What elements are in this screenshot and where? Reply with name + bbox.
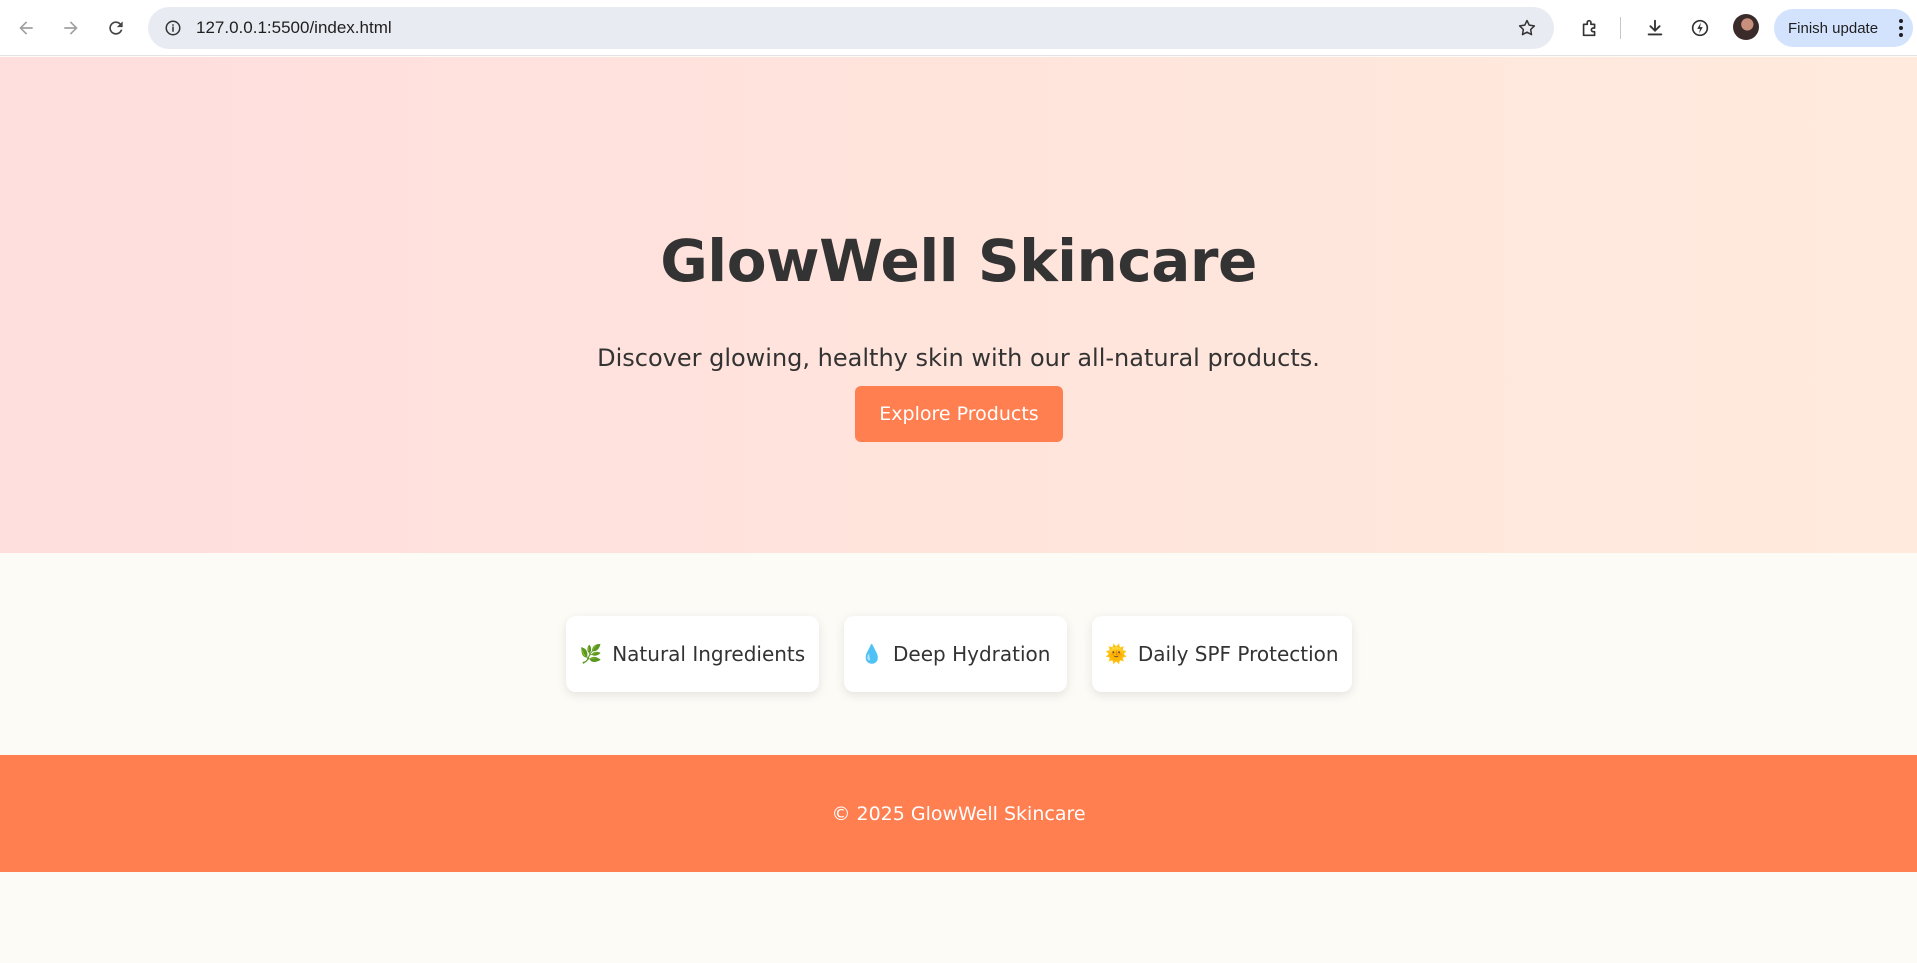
- reload-icon: [109, 21, 123, 35]
- feature-label: Daily SPF Protection: [1137, 642, 1339, 666]
- reload-button[interactable]: [100, 12, 132, 44]
- hero-section: GlowWell Skincare Discover glowing, heal…: [0, 57, 1917, 553]
- download-icon[interactable]: [1640, 13, 1670, 43]
- extensions-icon[interactable]: [1575, 13, 1605, 43]
- finish-update-label: Finish update: [1788, 19, 1879, 37]
- finish-update-button[interactable]: Finish update: [1774, 9, 1913, 47]
- sun-icon: 🌞: [1105, 643, 1128, 665]
- feature-label: Natural Ingredients: [612, 642, 806, 666]
- feature-card: 🌞 Daily SPF Protection: [1092, 616, 1352, 692]
- back-button[interactable]: [10, 12, 42, 44]
- more-menu-icon[interactable]: [1899, 19, 1903, 37]
- footer-copyright: © 2025 GlowWell Skincare: [831, 802, 1086, 825]
- bookmark-star-icon[interactable]: [1514, 15, 1540, 41]
- site-info-icon[interactable]: [158, 13, 188, 43]
- url-text[interactable]: 127.0.0.1:5500/index.html: [196, 7, 392, 49]
- hero-subtitle: Discover glowing, healthy skin with our …: [597, 344, 1320, 372]
- forward-button[interactable]: [55, 12, 87, 44]
- performance-icon[interactable]: [1685, 13, 1715, 43]
- arrow-left-icon: [19, 21, 33, 35]
- arrow-right-icon: [64, 21, 78, 35]
- page-footer: © 2025 GlowWell Skincare: [0, 755, 1917, 872]
- droplet-icon: 💧: [860, 643, 883, 665]
- profile-avatar[interactable]: [1733, 14, 1759, 40]
- browser-toolbar: 127.0.0.1:5500/index.html Finish update: [0, 0, 1917, 56]
- feature-label: Deep Hydration: [893, 642, 1051, 666]
- features-section: 🌿 Natural Ingredients 💧 Deep Hydration 🌞…: [0, 553, 1917, 755]
- leaf-icon: 🌿: [579, 643, 603, 665]
- explore-products-button[interactable]: Explore Products: [855, 386, 1063, 442]
- hero-title: GlowWell Skincare: [660, 227, 1257, 295]
- feature-card: 🌿 Natural Ingredients: [566, 616, 819, 692]
- feature-card: 💧 Deep Hydration: [844, 616, 1067, 692]
- toolbar-divider: [1620, 17, 1621, 39]
- address-bar[interactable]: 127.0.0.1:5500/index.html: [148, 7, 1554, 49]
